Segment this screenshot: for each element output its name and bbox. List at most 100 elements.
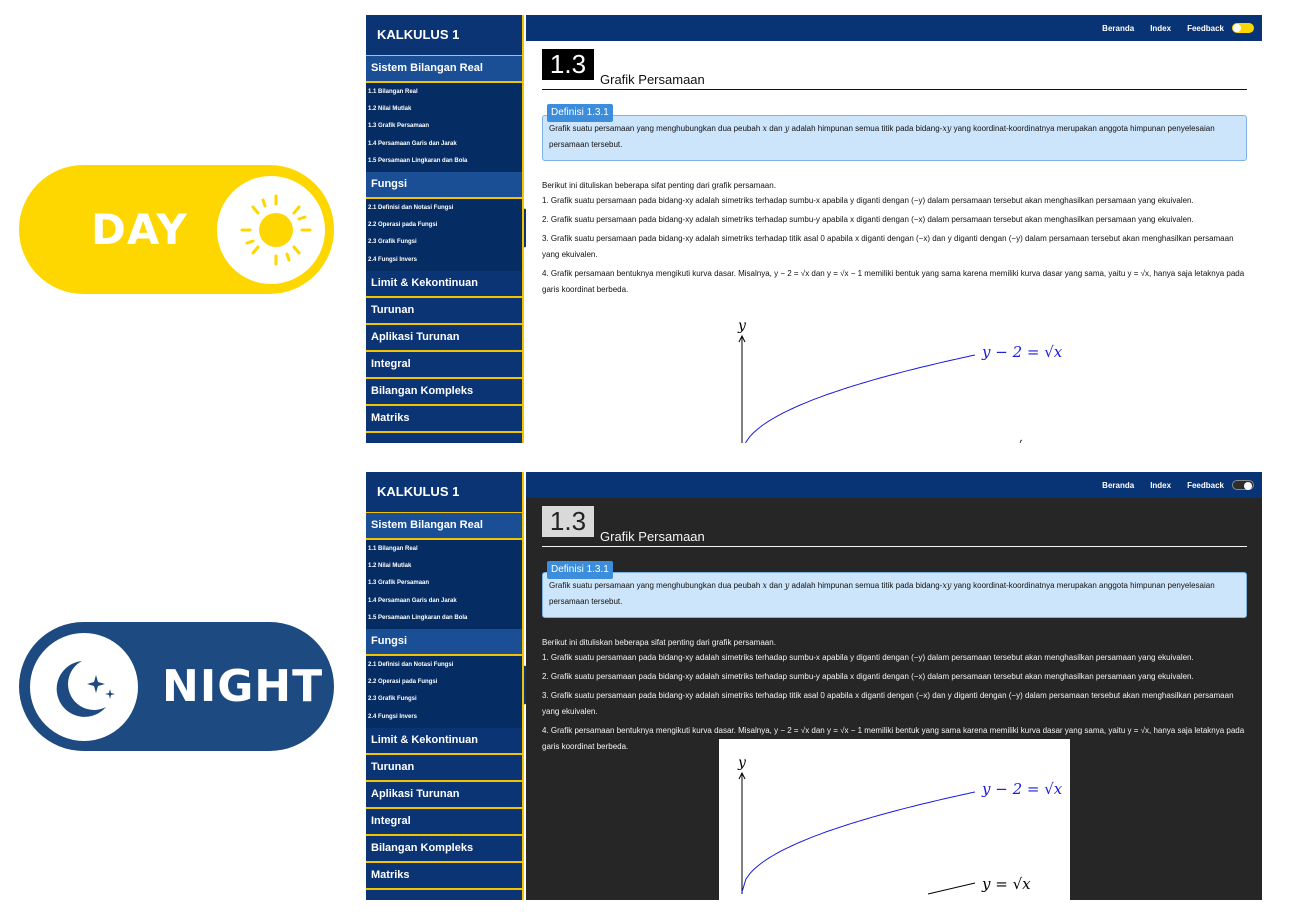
intro-text: Berikut ini dituliskan beberapa sifat pe… bbox=[542, 181, 776, 190]
curve-y-minus-2-eq-sqrt-x bbox=[741, 791, 976, 893]
sidebar-section-fungsi[interactable]: Fungsi bbox=[366, 628, 524, 656]
sidebar-item[interactable]: 1.5 Persamaan Lingkaran dan Bola bbox=[366, 610, 522, 627]
night-label: NIGHT bbox=[162, 661, 324, 712]
sidebar: KALKULUS 1 Sistem Bilangan Real 1.1 Bilan… bbox=[366, 15, 524, 443]
property-item: 2. Grafik suatu persamaan pada bidang-xy… bbox=[542, 672, 1194, 681]
sidebar-item[interactable]: 2.4 Fungsi Invers bbox=[366, 252, 522, 269]
nav-feedback[interactable]: Feedback bbox=[1187, 24, 1224, 33]
sidebar-menu: Sistem Bilangan Real 1.1 Bilangan Real 1.2… bbox=[366, 56, 524, 443]
sidebar-item[interactable]: 2.4 Fungsi Invers bbox=[366, 709, 522, 726]
sidebar-section-fungsi[interactable]: Fungsi bbox=[366, 171, 524, 199]
night-mode-toggle[interactable]: NIGHT bbox=[19, 622, 334, 751]
top-bar: Beranda Index Feedback bbox=[526, 15, 1262, 41]
property-item: 1. Grafik suatu persamaan pada bidang-xy… bbox=[542, 196, 1194, 205]
nav-beranda[interactable]: Beranda bbox=[1102, 24, 1134, 33]
y-axis-label: y bbox=[737, 318, 747, 334]
night-mode-page: KALKULUS 1 Sistem Bilangan Real 1.1 Bilan… bbox=[366, 472, 1262, 900]
math-xy: xy bbox=[942, 581, 952, 590]
sidebar-section-bilangan-kompleks[interactable]: Bilangan Kompleks bbox=[366, 835, 524, 863]
sidebar-item[interactable]: 1.3 Grafik Persamaan bbox=[366, 575, 522, 592]
property-item: 3. Grafik suatu persamaan pada bidang-xy… bbox=[542, 234, 1234, 259]
main-area: Beranda Index Feedback 1.3 Grafik Persam… bbox=[526, 15, 1262, 443]
sidebar-section-sistem-bilangan-real[interactable]: Sistem Bilangan Real bbox=[366, 513, 524, 540]
curve1-label: y − 2 = √x bbox=[981, 343, 1063, 361]
sidebar-item[interactable]: 1.1 Bilangan Real bbox=[366, 84, 522, 101]
graph-svg: y y − 2 = √x y = √x bbox=[737, 318, 1063, 443]
definition-label: Definisi 1.3.1 bbox=[547, 561, 613, 579]
sidebar-section-integral[interactable]: Integral bbox=[366, 351, 524, 379]
definition-label: Definisi 1.3.1 bbox=[547, 104, 613, 122]
sidebar-footer bbox=[366, 889, 524, 900]
sidebar-section-aplikasi-turunan[interactable]: Aplikasi Turunan bbox=[366, 781, 524, 809]
sidebar-item[interactable]: 2.1 Definisi dan Notasi Fungsi bbox=[366, 657, 522, 674]
sidebar-section-limit-kekontinuan[interactable]: Limit & Kekontinuan bbox=[366, 727, 524, 755]
day-mode-page: KALKULUS 1 Sistem Bilangan Real 1.1 Bilan… bbox=[366, 15, 1262, 443]
sidebar-section-aplikasi-turunan[interactable]: Aplikasi Turunan bbox=[366, 324, 524, 352]
day-mode-toggle[interactable]: DAY bbox=[19, 165, 334, 294]
sidebar-section-sistem-bilangan-real[interactable]: Sistem Bilangan Real bbox=[366, 56, 524, 83]
definition-text: dan bbox=[767, 581, 785, 590]
sidebar-item[interactable]: 1.3 Grafik Persamaan bbox=[366, 118, 522, 135]
property-item: 4. Grafik persamaan bentuknya mengikuti … bbox=[542, 269, 1245, 294]
sidebar-item[interactable]: 1.1 Bilangan Real bbox=[366, 541, 522, 558]
sidebar-submenu: 1.1 Bilangan Real 1.2 Nilai Mutlak 1.3 Gra… bbox=[366, 540, 524, 629]
brand-title[interactable]: KALKULUS 1 bbox=[366, 15, 524, 56]
moon-knob bbox=[30, 633, 138, 741]
definition-text: Grafik suatu persamaan yang menghubungka… bbox=[549, 124, 763, 133]
sidebar-section-matriks[interactable]: Matriks bbox=[366, 405, 524, 433]
nav-index[interactable]: Index bbox=[1150, 481, 1171, 490]
section-heading: 1.3 Grafik Persamaan bbox=[542, 49, 1247, 90]
sidebar-section-limit-kekontinuan[interactable]: Limit & Kekontinuan bbox=[366, 270, 524, 298]
sidebar-section-bilangan-kompleks[interactable]: Bilangan Kompleks bbox=[366, 378, 524, 406]
sidebar-item[interactable]: 2.3 Grafik Fungsi bbox=[366, 234, 522, 251]
sidebar-item[interactable]: 2.2 Operasi pada Fungsi bbox=[366, 217, 522, 234]
definition-box: Definisi 1.3.1 Grafik suatu persamaan ya… bbox=[542, 104, 1247, 161]
definition-text: dan bbox=[767, 124, 785, 133]
definition-box: Definisi 1.3.1 Grafik suatu persamaan ya… bbox=[542, 561, 1247, 618]
y-axis-label: y bbox=[737, 755, 747, 771]
sidebar-section-integral[interactable]: Integral bbox=[366, 808, 524, 836]
sidebar-item[interactable]: 1.5 Persamaan Lingkaran dan Bola bbox=[366, 153, 522, 170]
graph-figure: y y − 2 = √x y = √x bbox=[719, 302, 1070, 443]
sidebar-section-turunan[interactable]: Turunan bbox=[366, 754, 524, 782]
sidebar-item[interactable]: 1.2 Nilai Mutlak bbox=[366, 558, 522, 575]
math-xy: xy bbox=[942, 124, 952, 133]
sidebar-item[interactable]: 1.4 Persamaan Garis dan Jarak bbox=[366, 593, 522, 610]
day-label: DAY bbox=[91, 205, 188, 254]
sidebar-item[interactable]: 1.4 Persamaan Garis dan Jarak bbox=[366, 136, 522, 153]
definition-text: adalah himpunan semua titik pada bidang- bbox=[789, 124, 943, 133]
nav-feedback[interactable]: Feedback bbox=[1187, 481, 1224, 490]
graph-figure: y y − 2 = √x y = √x bbox=[719, 739, 1070, 900]
sun-icon bbox=[240, 194, 312, 266]
sidebar-item[interactable]: 1.2 Nilai Mutlak bbox=[366, 101, 522, 118]
property-item: 2. Grafik suatu persamaan pada bidang-xy… bbox=[542, 215, 1194, 224]
section-heading: 1.3 Grafik Persamaan bbox=[542, 506, 1247, 547]
curve-y-minus-2-eq-sqrt-x bbox=[745, 354, 976, 443]
sidebar-footer bbox=[366, 432, 524, 443]
sidebar: KALKULUS 1 Sistem Bilangan Real 1.1 Bilan… bbox=[366, 472, 524, 900]
sidebar-item[interactable]: 2.3 Grafik Fungsi bbox=[366, 691, 522, 708]
curve1-label: y − 2 = √x bbox=[981, 780, 1063, 798]
sidebar-submenu: 2.1 Definisi dan Notasi Fungsi 2.2 Operas… bbox=[366, 655, 524, 728]
sidebar-section-matriks[interactable]: Matriks bbox=[366, 862, 524, 890]
section-title: Grafik Persamaan bbox=[600, 72, 705, 87]
curve2-label: y = √x bbox=[981, 875, 1031, 893]
section-title: Grafik Persamaan bbox=[600, 529, 705, 544]
sidebar-submenu: 2.1 Definisi dan Notasi Fungsi 2.2 Operas… bbox=[366, 198, 524, 271]
theme-switch[interactable] bbox=[1232, 23, 1254, 33]
sidebar-item[interactable]: 2.2 Operasi pada Fungsi bbox=[366, 674, 522, 691]
curve-y-eq-sqrt-x bbox=[927, 882, 976, 895]
theme-switch[interactable] bbox=[1232, 480, 1254, 490]
intro-text: Berikut ini dituliskan beberapa sifat pe… bbox=[542, 638, 776, 647]
definition-text: Grafik suatu persamaan yang menghubungka… bbox=[549, 581, 763, 590]
nav-index[interactable]: Index bbox=[1150, 24, 1171, 33]
property-item: 3. Grafik suatu persamaan pada bidang-xy… bbox=[542, 691, 1234, 716]
section-number: 1.3 bbox=[542, 506, 594, 537]
sidebar-menu: Sistem Bilangan Real 1.1 Bilangan Real 1.2… bbox=[366, 513, 524, 900]
sidebar-section-turunan[interactable]: Turunan bbox=[366, 297, 524, 325]
nav-beranda[interactable]: Beranda bbox=[1102, 481, 1134, 490]
definition-text: adalah himpunan semua titik pada bidang- bbox=[789, 581, 943, 590]
brand-title[interactable]: KALKULUS 1 bbox=[366, 472, 524, 513]
sidebar-item[interactable]: 2.1 Definisi dan Notasi Fungsi bbox=[366, 200, 522, 217]
sun-knob bbox=[217, 176, 325, 284]
